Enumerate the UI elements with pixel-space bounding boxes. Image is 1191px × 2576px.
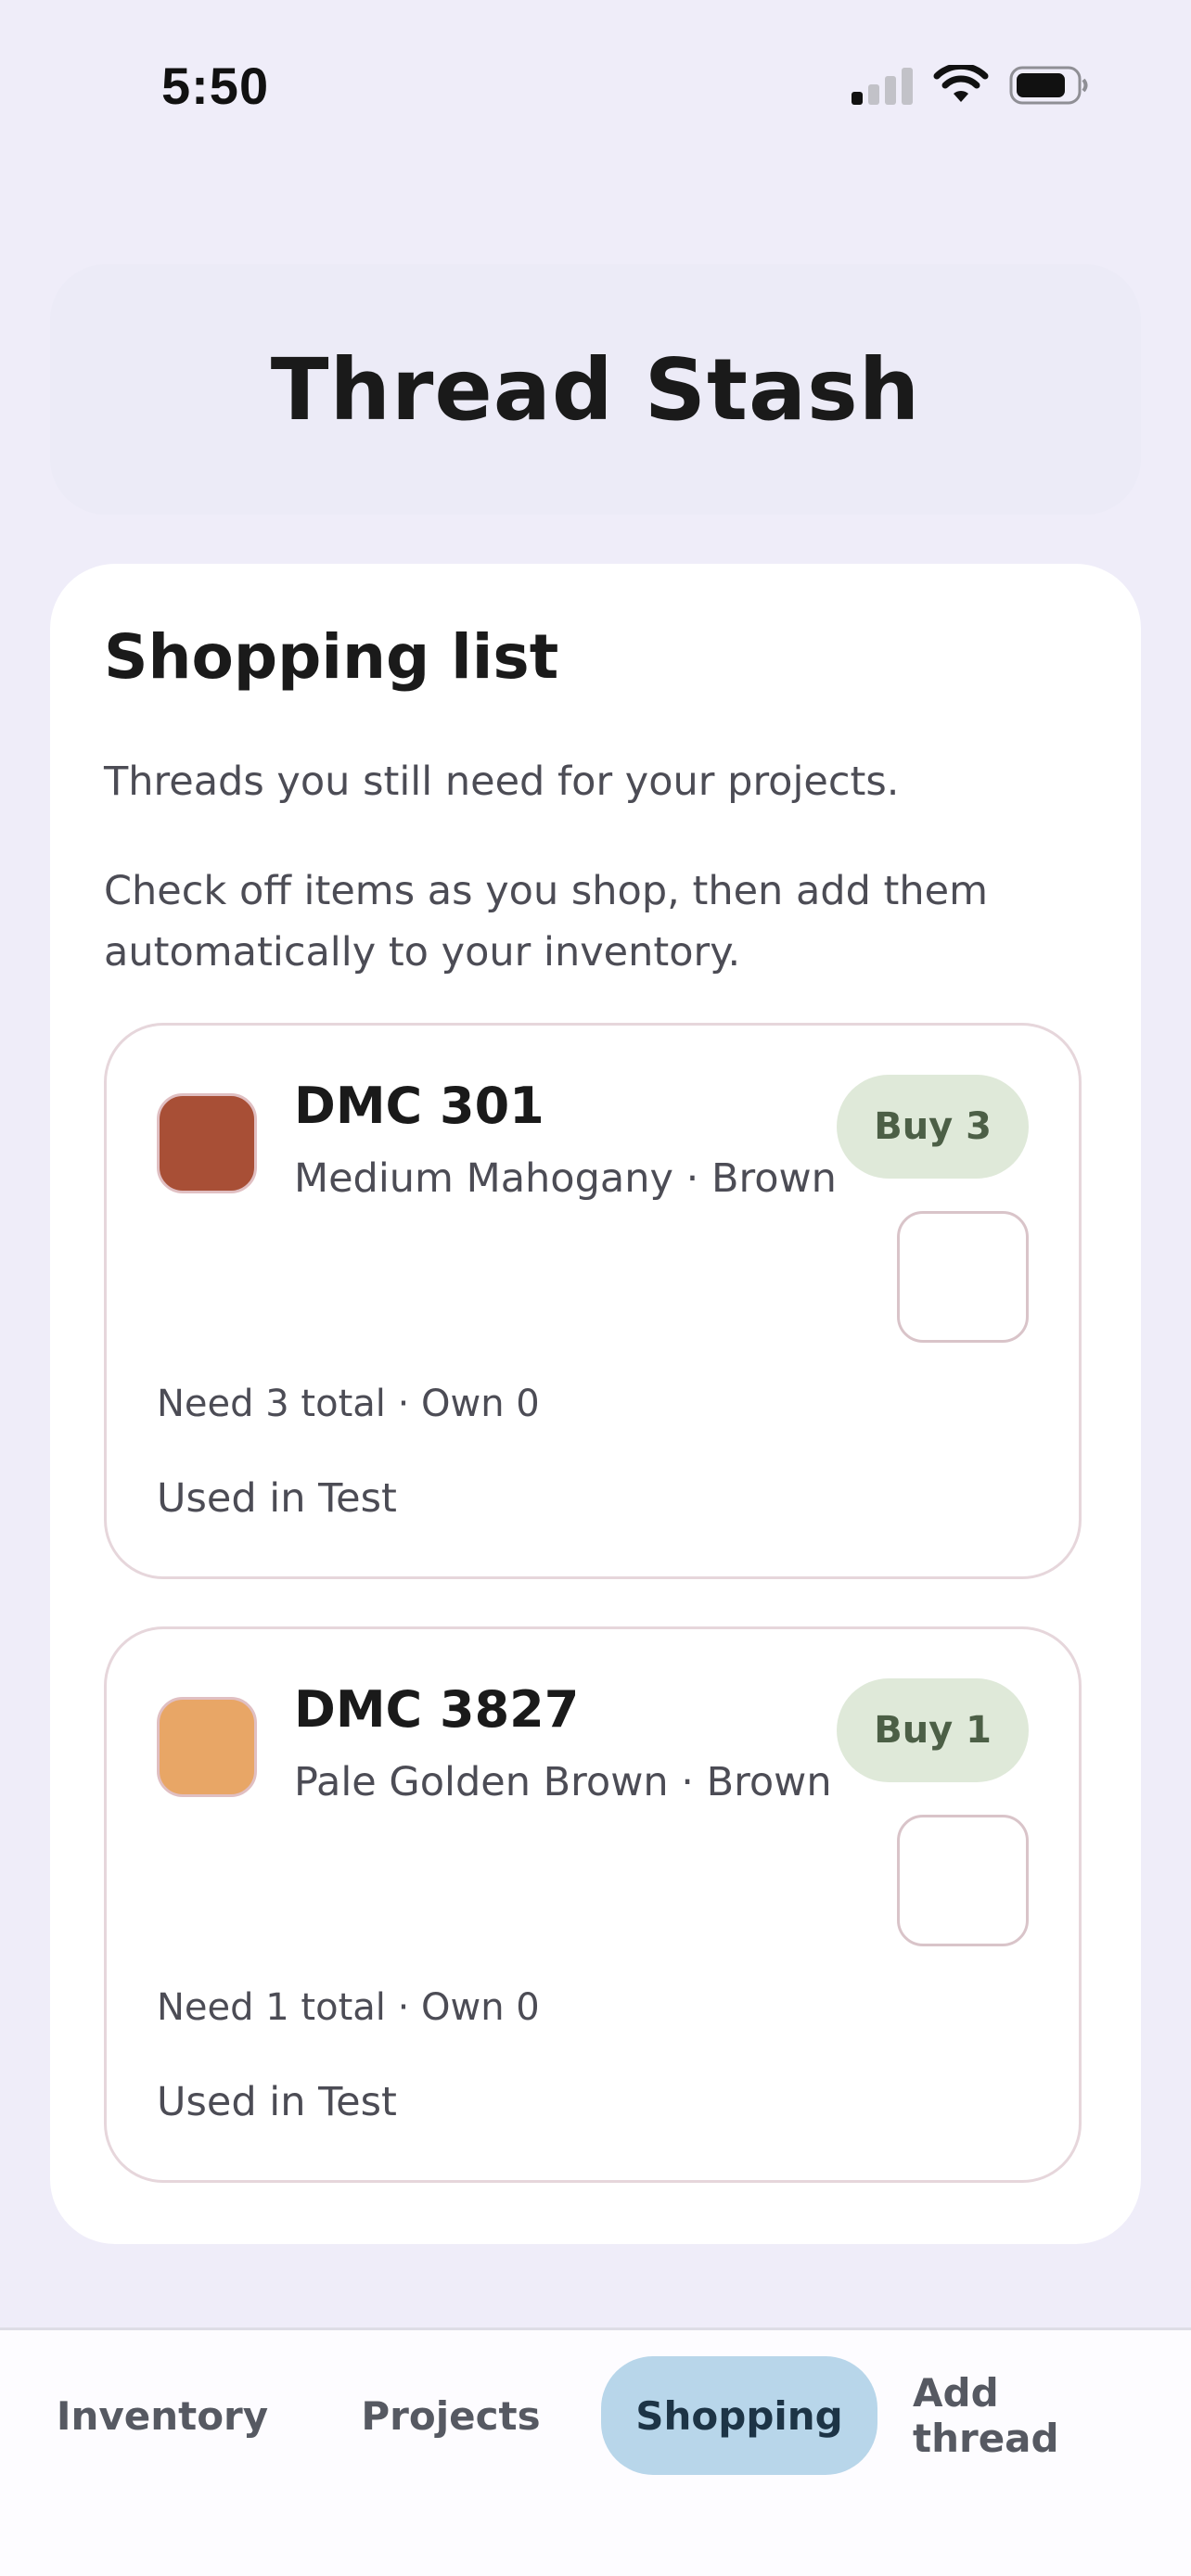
shopping-item: DMC 301 Medium Mahogany · Brown Buy 3 Ne…: [104, 1023, 1082, 1579]
purchased-checkbox[interactable]: [897, 1815, 1029, 1946]
tab-add-thread[interactable]: Add thread: [913, 2356, 1154, 2475]
thread-swatch: [157, 1697, 257, 1797]
section-help-text: Check off items as you shop, then add th…: [104, 868, 989, 976]
cellular-signal-icon: [852, 66, 913, 108]
thread-code: DMC 3827: [294, 1680, 580, 1739]
wifi-icon: [933, 62, 989, 109]
thread-code: DMC 301: [294, 1077, 544, 1135]
section-title: Shopping list: [104, 621, 559, 693]
thread-description: Medium Mahogany · Brown: [294, 1155, 837, 1202]
need-own-text: Need 1 total · Own 0: [157, 1986, 540, 2029]
used-in-text: Used in Test: [157, 2079, 397, 2125]
shopping-item: DMC 3827 Pale Golden Brown · Brown Buy 1…: [104, 1626, 1082, 2183]
buy-quantity-badge: Buy 3: [837, 1075, 1029, 1179]
thread-description: Pale Golden Brown · Brown: [294, 1759, 832, 1805]
thread-swatch: [157, 1093, 257, 1193]
bottom-tab-bar: Inventory Projects Shopping Add thread: [0, 2327, 1191, 2576]
app-title: Thread Stash: [270, 339, 921, 440]
need-own-text: Need 3 total · Own 0: [157, 1383, 540, 1425]
tab-shopping[interactable]: Shopping: [601, 2356, 877, 2475]
app-header: Thread Stash: [50, 264, 1141, 515]
shopping-list-card: Shopping list Threads you still need for…: [50, 564, 1141, 2244]
battery-icon: [1009, 65, 1089, 109]
tab-inventory[interactable]: Inventory: [46, 2356, 278, 2475]
used-in-text: Used in Test: [157, 1475, 397, 1522]
buy-quantity-badge: Buy 1: [837, 1678, 1029, 1782]
status-time: 5:50: [161, 57, 270, 115]
status-icons: [852, 62, 1089, 109]
purchased-checkbox[interactable]: [897, 1211, 1029, 1343]
tab-projects[interactable]: Projects: [339, 2356, 562, 2475]
section-subtitle: Threads you still need for your projects…: [104, 759, 900, 805]
status-bar: 5:50: [0, 0, 1191, 176]
